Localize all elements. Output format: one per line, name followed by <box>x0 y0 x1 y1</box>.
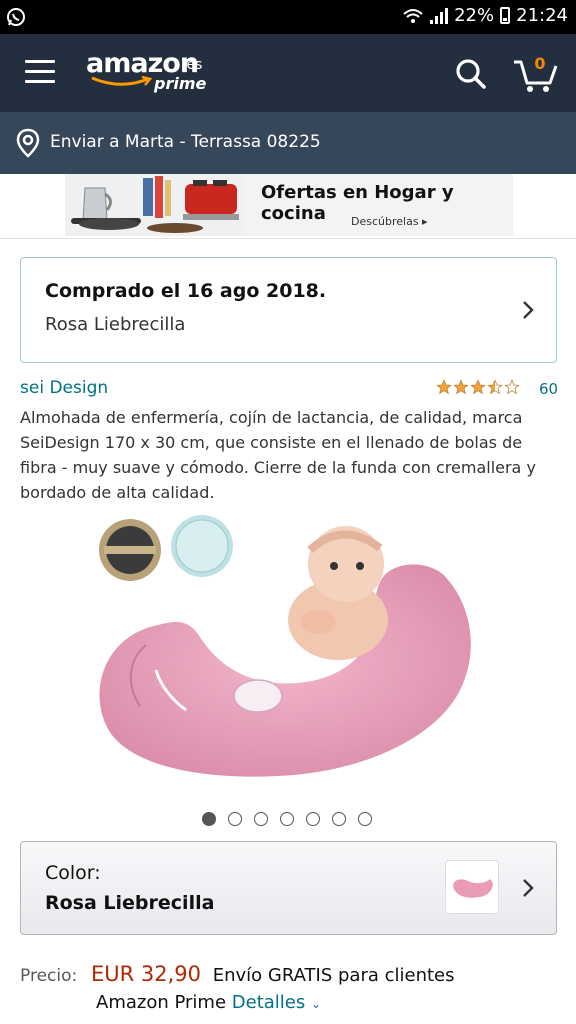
product-title: Almohada de enfermería, cojín de lactanc… <box>20 408 536 502</box>
pager-dot[interactable] <box>358 812 372 826</box>
signal-icon <box>430 7 449 24</box>
price-amount: EUR 32,90 <box>90 962 201 986</box>
cart-icon[interactable]: 0 <box>512 54 558 94</box>
kitchen-appliances-image <box>65 174 245 236</box>
pager-dot[interactable] <box>202 812 216 826</box>
prime-text: Amazon Prime <box>96 992 227 1013</box>
chevron-down-icon: ⌄ <box>310 997 322 1011</box>
banner-subtitle[interactable]: Descúbrelas ▸ <box>351 215 428 228</box>
whatsapp-icon <box>7 8 25 26</box>
amazon-prime-logo[interactable]: amazon .es prime <box>86 48 216 98</box>
status-bar: 22% 21:24 <box>0 0 576 34</box>
hamburger-menu-icon[interactable] <box>25 60 55 84</box>
smile-arrow-icon <box>91 76 153 86</box>
star-icon <box>453 379 469 395</box>
details-link[interactable]: Detalles ⌄ <box>232 992 321 1013</box>
image-pager[interactable] <box>202 812 372 826</box>
wifi-icon <box>403 8 423 23</box>
deliver-to-bar[interactable]: Enviar a Marta - Terrassa 08225 <box>0 112 576 174</box>
price-row: Precio: EUR 32,90 Envío GRATIS para clie… <box>20 962 455 986</box>
pager-dot[interactable] <box>332 812 346 826</box>
clock: 21:24 <box>516 5 568 26</box>
battery-icon <box>500 7 511 24</box>
color-swatch-thumbnail[interactable] <box>445 860 499 914</box>
battery-percent: 22% <box>454 5 495 26</box>
promo-banner[interactable]: Ofertas en Hogar y cocina Descúbrelas ▸ <box>65 174 513 236</box>
price-label: Precio: <box>20 966 78 986</box>
logo-suffix: .es <box>182 57 203 73</box>
color-selector[interactable]: Color: Rosa Liebrecilla <box>20 841 557 935</box>
details-link-label: Detalles <box>231 992 306 1013</box>
brand-link[interactable]: sei Design <box>20 378 108 398</box>
cart-count-badge: 0 <box>534 54 546 73</box>
star-icon <box>470 379 486 395</box>
star-icon <box>504 379 520 395</box>
product-image[interactable] <box>88 510 488 795</box>
purchase-date: Comprado el 16 ago 2018. <box>45 280 327 302</box>
baby-figure <box>288 526 388 660</box>
pager-dot[interactable] <box>254 812 268 826</box>
app-header: amazon .es prime 0 <box>0 34 576 112</box>
sei-design-badge <box>171 515 233 577</box>
chevron-right-icon <box>523 301 534 319</box>
chevron-right-icon <box>523 879 534 897</box>
deliver-address: Enviar a Marta - Terrassa 08225 <box>50 132 321 152</box>
rating-count[interactable]: 60 <box>539 380 558 398</box>
purchase-variant: Rosa Liebrecilla <box>45 314 186 335</box>
star-rating[interactable] <box>436 379 520 395</box>
star-icon <box>436 379 452 395</box>
pager-dot[interactable] <box>280 812 294 826</box>
pager-dot[interactable] <box>228 812 242 826</box>
premium-quality-badge <box>99 519 161 581</box>
star-icon <box>487 379 503 395</box>
shipping-text: Envío GRATIS para clientes <box>212 965 455 986</box>
location-pin-icon <box>16 128 40 158</box>
search-icon[interactable] <box>455 58 487 90</box>
logo-prime: prime <box>154 74 207 93</box>
divider <box>0 238 576 239</box>
color-label: Color: <box>45 862 101 884</box>
purchase-history-card[interactable]: Comprado el 16 ago 2018. Rosa Liebrecill… <box>20 257 557 363</box>
pager-dot[interactable] <box>306 812 320 826</box>
price-row-2: Amazon Prime Detalles ⌄ <box>96 992 321 1013</box>
color-value: Rosa Liebrecilla <box>45 892 215 914</box>
